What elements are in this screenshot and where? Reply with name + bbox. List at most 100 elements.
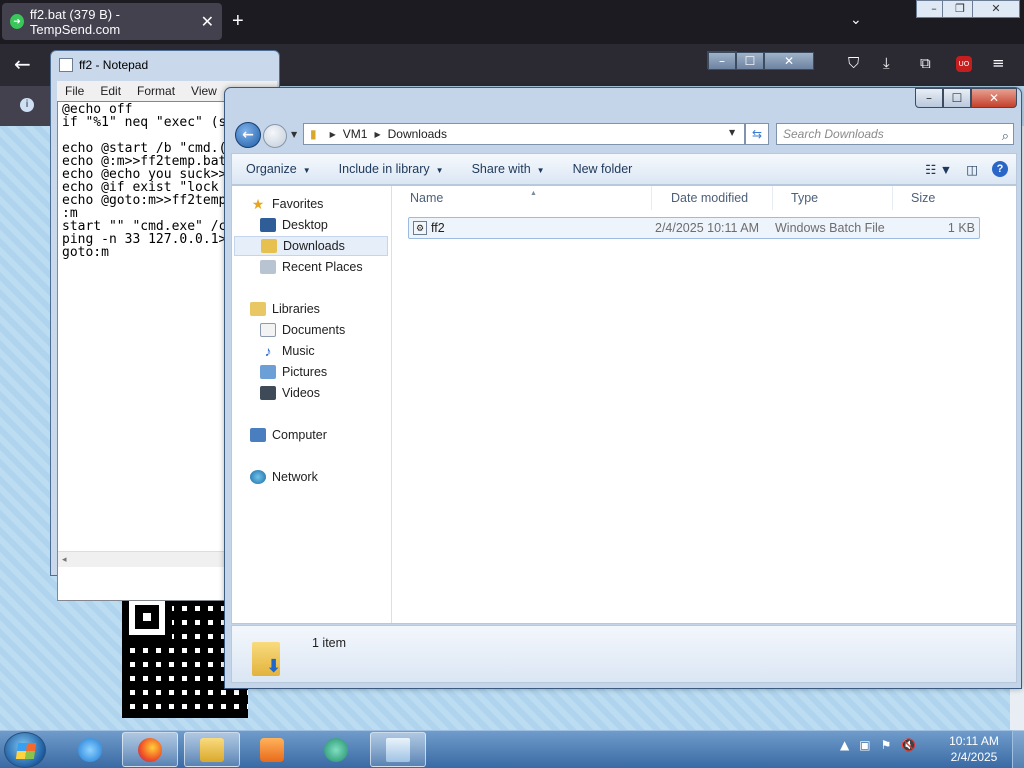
menu-edit[interactable]: Edit (100, 81, 121, 101)
breadcrumb-downloads[interactable]: Downloads (388, 127, 447, 141)
nav-computer[interactable]: Computer (250, 425, 327, 445)
notepad-title: ff2 - Notepad (79, 58, 149, 72)
taskbar-ie[interactable] (62, 732, 118, 767)
documents-icon (260, 323, 276, 337)
downloads-icon[interactable]: ⤓ (883, 54, 890, 72)
address-bar[interactable]: ▮ ▶ VM1 ▶ Downloads (303, 123, 745, 145)
computer-icon (250, 428, 266, 442)
search-placeholder: Search Downloads (783, 127, 884, 141)
taskbar-explorer[interactable] (184, 732, 240, 767)
recent-pages-chevron-icon[interactable]: ▼ (291, 130, 297, 139)
tab-close-icon[interactable]: ✕ (201, 12, 214, 32)
system-tray: ▲ ▣ ⚑ 🔇 (840, 738, 916, 752)
desktop-icon (260, 218, 276, 232)
sort-arrow-icon: ▲ (530, 190, 537, 197)
info-icon: i (20, 98, 34, 112)
explorer-content: ★ Favorites Desktop Downloads Recent Pla… (231, 185, 1017, 624)
file-size: 1 KB (947, 221, 975, 235)
preview-pane-icon[interactable]: ◫ (966, 162, 978, 177)
libraries-icon (250, 302, 266, 316)
address-row: ← ▼ ▮ ▶ VM1 ▶ Downloads ▼ ⇆ Search Downl… (233, 120, 1015, 148)
browser-tab[interactable]: ➜ ff2.bat (379 B) - TempSend.com ✕ (2, 3, 222, 40)
explorer-close-button[interactable]: ✕ (971, 88, 1017, 108)
action-center-flag-icon[interactable]: ⚑ (881, 738, 892, 752)
notepad-window-controls: – ☐ ✕ (708, 52, 816, 72)
breadcrumb-chevron-icon[interactable]: ▶ (330, 130, 336, 139)
nav-music[interactable]: ♪ Music (260, 341, 315, 361)
taskbar-firefox[interactable] (122, 732, 178, 767)
ublock-extension-icon[interactable]: UO (956, 56, 972, 72)
notepad-icon (386, 737, 410, 762)
show-desktop-button[interactable] (1012, 730, 1024, 768)
downloads-folder-icon (261, 239, 277, 253)
recent-places-icon (260, 260, 276, 274)
file-name: ff2 (431, 221, 445, 235)
table-row[interactable]: ⚙ ff2 2/4/2025 10:11 AM Windows Batch Fi… (408, 217, 980, 239)
caret-down-icon: ▼ (302, 166, 311, 175)
menu-file[interactable]: File (65, 81, 84, 101)
share-with-button[interactable]: Share with ▼ (458, 162, 559, 176)
breadcrumb-chevron-icon[interactable]: ▶ (374, 130, 380, 139)
tempsend-favicon-icon: ➜ (10, 14, 24, 29)
videos-icon (260, 386, 276, 400)
refresh-icon[interactable]: ⇆ (745, 123, 769, 145)
notepad-close-button[interactable]: ✕ (764, 52, 814, 70)
nav-downloads[interactable]: Downloads (234, 236, 388, 256)
column-header-type[interactable]: Type (773, 186, 893, 210)
browser-close-button[interactable]: ✕ (972, 0, 1020, 18)
media-player-icon (260, 737, 284, 762)
tab-list-button[interactable]: ⌄ (850, 12, 862, 28)
clock[interactable]: 10:11 AM 2/4/2025 (940, 733, 1008, 765)
browser-tab-strip: ➜ ff2.bat (379 B) - TempSend.com ✕ + ⌄ –… (0, 0, 1024, 44)
column-header-date[interactable]: Date modified (653, 186, 773, 210)
nav-videos[interactable]: Videos (260, 383, 320, 403)
search-input[interactable]: Search Downloads ⌕ (776, 123, 1014, 145)
app-icon (324, 737, 348, 762)
caret-down-icon: ▼ (435, 166, 444, 175)
column-header-name[interactable]: Name ▲ (392, 186, 652, 210)
extensions-icon[interactable]: ⧉ (920, 54, 931, 72)
include-in-library-button[interactable]: Include in library ▼ (325, 162, 458, 176)
nav-pictures[interactable]: Pictures (260, 362, 327, 382)
column-header-size[interactable]: Size (893, 186, 983, 210)
taskbar-app[interactable] (308, 732, 364, 767)
address-dropdown-icon[interactable]: ▼ (729, 128, 735, 137)
new-folder-button[interactable]: New folder (559, 162, 647, 176)
explorer-window: – ☐ ✕ ← ▼ ▮ ▶ VM1 ▶ Downloads ▼ ⇆ Search… (224, 87, 1022, 689)
taskbar-media-player[interactable] (244, 732, 300, 767)
tab-title: ff2.bat (379 B) - TempSend.com (29, 6, 121, 37)
notepad-max-button[interactable]: ☐ (736, 52, 764, 70)
nav-documents[interactable]: Documents (260, 320, 345, 340)
batch-file-icon: ⚙ (413, 221, 427, 235)
taskbar-notepad[interactable] (370, 732, 426, 767)
internet-explorer-icon (78, 737, 102, 762)
network-tray-icon[interactable]: ▣ (859, 738, 870, 752)
help-icon[interactable]: ? (992, 161, 1008, 177)
start-button[interactable] (4, 732, 46, 768)
breadcrumb-vm1[interactable]: VM1 (343, 127, 368, 141)
nav-network[interactable]: Network (250, 467, 318, 487)
explorer-maximize-button[interactable]: ☐ (943, 88, 971, 108)
menu-format[interactable]: Format (137, 81, 175, 101)
organize-button[interactable]: Organize ▼ (232, 162, 325, 176)
nav-favorites[interactable]: ★ Favorites (250, 194, 324, 214)
menu-view[interactable]: View (191, 81, 217, 101)
network-icon (250, 470, 266, 484)
change-view-icon[interactable]: ☷ ▼ (925, 162, 952, 177)
notepad-min-button[interactable]: – (708, 52, 736, 70)
nav-desktop[interactable]: Desktop (260, 215, 328, 235)
windows-logo-icon (15, 743, 37, 759)
forward-arrow-icon[interactable] (263, 124, 287, 148)
pocket-icon[interactable]: ⛉ (848, 54, 859, 72)
explorer-minimize-button[interactable]: – (915, 88, 943, 108)
view-controls: ☷ ▼ ◫ ? (925, 161, 1016, 177)
nav-recent-places[interactable]: Recent Places (260, 257, 363, 277)
back-arrow-icon[interactable]: ← (235, 122, 261, 148)
nav-libraries[interactable]: Libraries (250, 299, 320, 319)
new-tab-button[interactable]: + (232, 10, 244, 33)
browser-back-icon[interactable]: ← (14, 52, 31, 76)
volume-muted-icon[interactable]: 🔇 (901, 738, 916, 752)
search-icon[interactable]: ⌕ (1002, 126, 1009, 146)
browser-menu-icon[interactable]: ≡ (992, 54, 1005, 72)
show-hidden-icons-icon[interactable]: ▲ (840, 738, 849, 752)
